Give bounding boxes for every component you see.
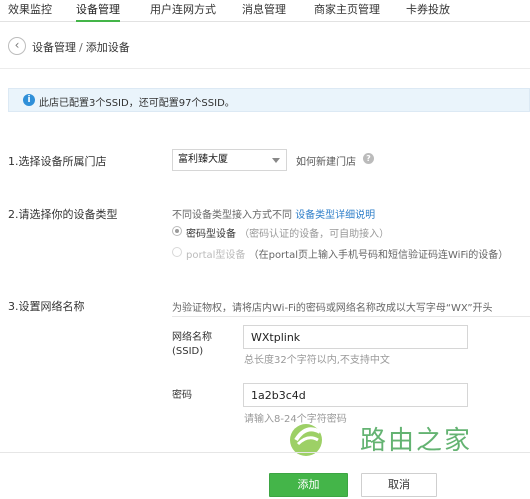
device-type-hint: 不同设备类型接入方式不同 设备类型详细说明: [172, 206, 375, 221]
device-type-hint-text: 不同设备类型接入方式不同: [172, 210, 292, 221]
cancel-button[interactable]: 取消: [361, 473, 437, 497]
ssid-requirement-hint: 为验证物权，请将店内Wi-Fi的密码或网络名称改成以大写字母“WX”开头: [172, 303, 493, 314]
info-icon: i: [23, 94, 35, 106]
breadcrumb-current: 添加设备: [85, 41, 130, 54]
step3-divider: [172, 316, 530, 317]
breadcrumb-separator: /: [79, 41, 83, 54]
ssid-label: 网络名称 (SSID): [172, 331, 212, 359]
info-text: 此店已配置3个SSID，还可配置97个SSID。: [39, 98, 235, 109]
back-arrow-icon[interactable]: ‹: [8, 37, 26, 55]
tab-user-connection[interactable]: 用户连网方式: [150, 0, 216, 22]
top-tab-bar: 效果监控 设备管理 用户连网方式 消息管理 商家主页管理 卡券投放: [0, 0, 530, 22]
help-icon[interactable]: ?: [363, 153, 374, 164]
tab-message-management[interactable]: 消息管理: [242, 0, 286, 22]
device-type-detail-link[interactable]: 设备类型详细说明: [295, 210, 375, 221]
breadcrumb-parent[interactable]: 设备管理: [32, 41, 76, 54]
step2-label: 2.请选择你的设备类型: [8, 208, 118, 221]
step3-label: 3.设置网络名称: [8, 300, 85, 313]
store-select-value: 富利臻大厦: [178, 154, 228, 165]
step1-label: 1.选择设备所属门店: [8, 155, 107, 168]
info-banner: i 此店已配置3个SSID，还可配置97个SSID。: [8, 88, 530, 112]
radio-portal-device-label[interactable]: portal型设备 （在portal页上输入手机号码和短信验证码连WiFi的设备…: [186, 246, 508, 261]
store-select[interactable]: 富利臻大厦: [172, 149, 287, 171]
password-device-desc: （密码认证的设备，可自助接入）: [239, 229, 390, 240]
footer-divider: [0, 452, 530, 453]
ssid-label-line2: (SSID): [172, 346, 204, 357]
password-label: 密码: [172, 390, 192, 401]
portal-device-title: portal型设备: [186, 250, 246, 261]
chevron-down-icon: [272, 158, 280, 163]
radio-portal-device[interactable]: [172, 247, 182, 257]
tab-device-management[interactable]: 设备管理: [76, 0, 120, 22]
header-divider: [0, 68, 530, 69]
portal-device-desc: （在portal页上输入手机号码和短信验证码连WiFi的设备）: [248, 250, 509, 261]
tab-merchant-homepage[interactable]: 商家主页管理: [314, 0, 380, 22]
tab-coupon-delivery[interactable]: 卡券投放: [406, 0, 450, 22]
radio-password-device[interactable]: [172, 226, 182, 236]
how-to-create-store-link[interactable]: 如何新建门店: [296, 153, 356, 168]
breadcrumb: 设备管理 / 添加设备: [32, 39, 130, 55]
password-input[interactable]: [243, 383, 468, 407]
tab-effect-monitor[interactable]: 效果监控: [8, 0, 52, 22]
ssid-tip: 总长度32个字符以内,不支持中文: [244, 355, 390, 366]
add-button[interactable]: 添加: [269, 473, 348, 497]
radio-password-device-label[interactable]: 密码型设备 （密码认证的设备，可自助接入）: [186, 225, 389, 240]
ssid-input[interactable]: [243, 325, 468, 349]
ssid-label-line1: 网络名称: [172, 332, 212, 343]
password-device-title: 密码型设备: [186, 229, 236, 240]
